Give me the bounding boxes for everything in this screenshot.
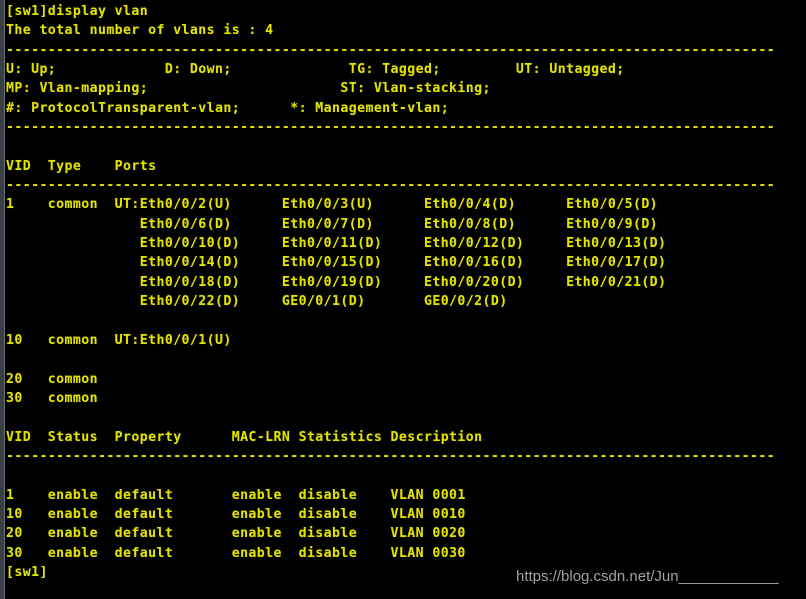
status-row-vlan10: 10 enable default enable disable VLAN 00… bbox=[6, 506, 466, 522]
terminal-console-output[interactable]: [sw1]display vlan The total number of vl… bbox=[6, 0, 806, 599]
status-row-vlan1: 1 enable default enable disable VLAN 000… bbox=[6, 487, 466, 503]
terminal-window[interactable]: [sw1]display vlan The total number of vl… bbox=[0, 0, 806, 599]
blank-line-2 bbox=[6, 312, 806, 331]
status-row-vlan30: 30 enable default enable disable VLAN 00… bbox=[6, 545, 466, 561]
legend-line-up-down-tagged-untagged: U: Up; D: Down; TG: Tagged; UT: Untagged… bbox=[6, 62, 625, 78]
window-left-edge-highlight bbox=[4, 0, 5, 599]
ports-row-vlan1-line3: Eth0/0/10(D) Eth0/0/11(D) Eth0/0/12(D) E… bbox=[6, 236, 667, 252]
legend-line-vlan-mapping-stacking: MP: Vlan-mapping; ST: Vlan-stacking; bbox=[6, 81, 491, 97]
legend-line-protocol-management: #: ProtocolTransparent-vlan; *: Manageme… bbox=[6, 100, 450, 116]
total-vlans-line: The total number of vlans is : 4 bbox=[6, 23, 274, 39]
ports-row-vlan30: 30 common bbox=[6, 390, 98, 406]
blank-line-5 bbox=[6, 466, 806, 485]
separator-line-status-header: ----------------------------------------… bbox=[6, 448, 776, 464]
watermark-url: https://blog.csdn.net/Jun____________ bbox=[516, 568, 779, 585]
blank-line-4 bbox=[6, 408, 806, 427]
ports-row-vlan10: 10 common UT:Eth0/0/1(U) bbox=[6, 332, 232, 348]
separator-line-ports-header: ----------------------------------------… bbox=[6, 178, 776, 194]
separator-line-top: ----------------------------------------… bbox=[6, 42, 776, 58]
ports-row-vlan1-line6: Eth0/0/22(D) GE0/0/1(D) GE0/0/2(D) bbox=[6, 294, 508, 310]
ports-row-vlan20: 20 common bbox=[6, 371, 98, 387]
blank-line-1 bbox=[6, 137, 806, 156]
ports-row-vlan1-line2: Eth0/0/6(D) Eth0/0/7(D) Eth0/0/8(D) Eth0… bbox=[6, 216, 659, 232]
status-table-header: VID Status Property MAC-LRN Statistics D… bbox=[6, 429, 483, 445]
ports-row-vlan1-line1: 1 common UT:Eth0/0/2(U) Eth0/0/3(U) Eth0… bbox=[6, 197, 659, 213]
blank-line-3 bbox=[6, 350, 806, 369]
ports-row-vlan1-line5: Eth0/0/18(D) Eth0/0/19(D) Eth0/0/20(D) E… bbox=[6, 274, 667, 290]
ports-row-vlan1-line4: Eth0/0/14(D) Eth0/0/15(D) Eth0/0/16(D) E… bbox=[6, 255, 667, 271]
separator-line-after-legend: ----------------------------------------… bbox=[6, 120, 776, 136]
command-prompt-line: [sw1]display vlan bbox=[6, 4, 149, 19]
status-row-vlan20: 20 enable default enable disable VLAN 00… bbox=[6, 526, 466, 542]
ports-table-header: VID Type Ports bbox=[6, 158, 157, 174]
